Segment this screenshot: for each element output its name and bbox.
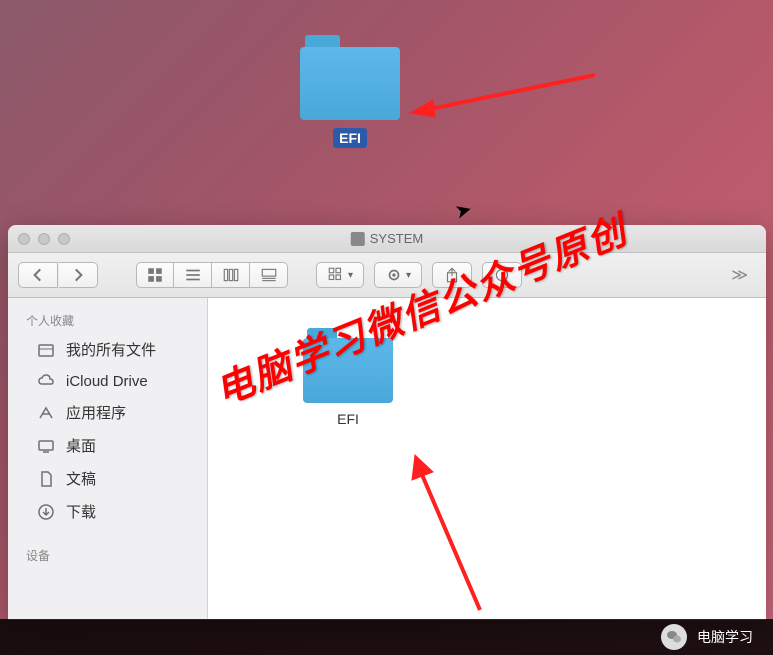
- chevron-right-icon: [69, 266, 87, 284]
- sidebar-item-all-files[interactable]: 我的所有文件: [8, 333, 207, 366]
- desktop-folder-efi[interactable]: EFI: [295, 35, 405, 148]
- gear-icon: [385, 266, 403, 284]
- sidebar-item-label: 文稿: [66, 468, 96, 489]
- disk-icon: [351, 232, 365, 246]
- folder-icon: [300, 35, 400, 120]
- sidebar-item-downloads[interactable]: 下载: [8, 495, 207, 528]
- account-name: 电脑学习: [697, 627, 753, 647]
- sidebar-item-label: 我的所有文件: [66, 339, 156, 360]
- sidebar-item-label: 应用程序: [66, 402, 126, 423]
- arrange-icon: [327, 266, 345, 284]
- sidebar-item-desktop[interactable]: 桌面: [8, 429, 207, 462]
- sidebar-item-label: 下载: [66, 501, 96, 522]
- downloads-icon: [36, 503, 56, 521]
- close-button[interactable]: [18, 233, 30, 245]
- forward-button[interactable]: [59, 262, 98, 288]
- sidebar-item-label: 桌面: [66, 435, 96, 456]
- documents-icon: [36, 470, 56, 488]
- mouse-cursor: ➤: [452, 196, 475, 224]
- chevron-right-double-icon: ≫: [731, 267, 748, 284]
- grid-icon: [146, 266, 164, 284]
- cloud-icon: [36, 372, 56, 390]
- sidebar-item-applications[interactable]: 应用程序: [8, 396, 207, 429]
- finder-window: SYSTEM: [8, 225, 766, 620]
- chevron-left-icon: [29, 266, 47, 284]
- sidebar-favorites-header: 个人收藏: [8, 308, 207, 333]
- share-icon: [443, 266, 461, 284]
- traffic-lights: [18, 233, 70, 245]
- columns-icon: [222, 266, 240, 284]
- content-folder-label: EFI: [298, 411, 398, 427]
- view-coverflow-button[interactable]: [250, 262, 288, 288]
- finder-toolbar: ▾ ▾ ≫: [8, 253, 766, 298]
- content-folder-efi[interactable]: EFI: [298, 328, 398, 427]
- sidebar-item-documents[interactable]: 文稿: [8, 462, 207, 495]
- back-button[interactable]: [18, 262, 58, 288]
- sidebar-item-label: iCloud Drive: [66, 373, 148, 390]
- wechat-icon: [661, 624, 687, 650]
- annotation-arrow-bottom: [400, 450, 520, 630]
- window-title: SYSTEM: [351, 231, 423, 246]
- finder-sidebar: 个人收藏 我的所有文件 iCloud Drive: [8, 298, 208, 620]
- action-button[interactable]: ▾: [374, 262, 422, 288]
- view-column-button[interactable]: [212, 262, 250, 288]
- annotation-arrow-top: [405, 65, 605, 135]
- desktop-icon: [36, 437, 56, 455]
- all-files-icon: [36, 341, 56, 359]
- view-list-button[interactable]: [174, 262, 212, 288]
- window-titlebar[interactable]: SYSTEM: [8, 225, 766, 253]
- window-title-text: SYSTEM: [370, 231, 423, 246]
- desktop-folder-label: EFI: [333, 128, 367, 148]
- sidebar-devices-header: 设备: [8, 543, 207, 568]
- folder-icon: [303, 328, 393, 403]
- share-button[interactable]: [432, 262, 472, 288]
- coverflow-icon: [260, 266, 278, 284]
- bottom-bar: 电脑学习: [0, 619, 773, 655]
- tags-button[interactable]: [482, 262, 522, 288]
- toolbar-overflow-button[interactable]: ≫: [723, 265, 756, 285]
- view-icon-button[interactable]: [136, 262, 174, 288]
- maximize-button[interactable]: [58, 233, 70, 245]
- minimize-button[interactable]: [38, 233, 50, 245]
- applications-icon: [36, 404, 56, 422]
- tag-icon: [493, 266, 511, 284]
- list-icon: [184, 266, 202, 284]
- sidebar-item-icloud[interactable]: iCloud Drive: [8, 366, 207, 396]
- arrange-button[interactable]: ▾: [316, 262, 364, 288]
